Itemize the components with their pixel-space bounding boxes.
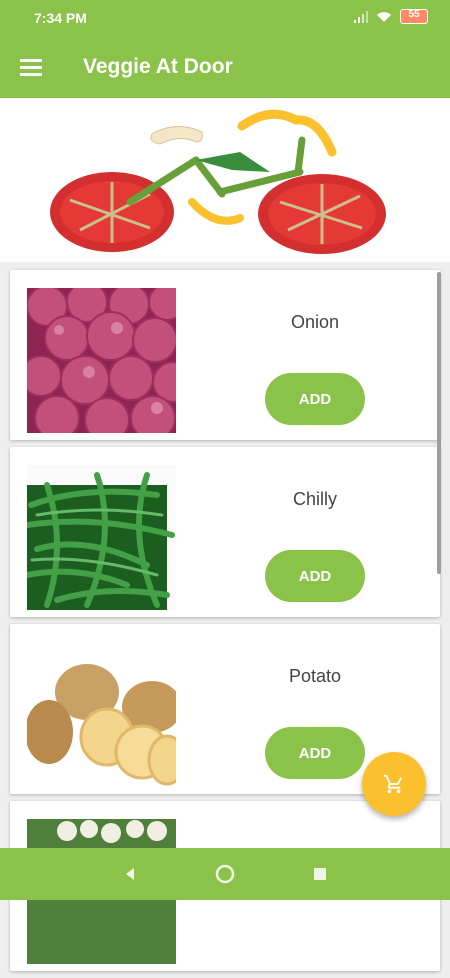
battery-icon: 55 [400, 9, 428, 24]
product-card: Onion ADD [10, 270, 440, 440]
product-name: Chilly [292, 489, 337, 509]
cart-button[interactable] [362, 752, 426, 816]
banner-image [0, 98, 450, 262]
product-name: Potato [288, 666, 342, 686]
product-name: Onion [290, 312, 340, 332]
cart-icon [383, 774, 403, 794]
tomato-wheel-right [258, 174, 386, 254]
scrollbar[interactable] [437, 272, 441, 574]
onion-image [27, 288, 176, 433]
add-button[interactable]: ADD [265, 373, 365, 425]
back-icon[interactable] [118, 862, 142, 886]
navigation-bar [0, 848, 450, 900]
potato-image [27, 642, 176, 787]
add-button[interactable]: ADD [265, 550, 365, 602]
battery-level: 55 [408, 9, 420, 20]
wifi-icon [377, 11, 391, 22]
add-button[interactable]: ADD [265, 727, 365, 779]
signal-icon [354, 10, 368, 23]
recents-icon[interactable] [308, 862, 332, 886]
home-icon[interactable] [213, 862, 237, 886]
chilly-image [27, 465, 176, 610]
product-card: Chilly ADD [10, 447, 440, 617]
status-icons: 55 [354, 9, 428, 24]
app-bar: Veggie At Door [0, 36, 450, 98]
status-bar: 7:34 PM 55 [0, 0, 450, 36]
app-title: Veggie At Door [83, 55, 233, 78]
hamburger-menu-icon[interactable] [18, 54, 44, 80]
status-time: 7:34 PM [34, 10, 87, 26]
